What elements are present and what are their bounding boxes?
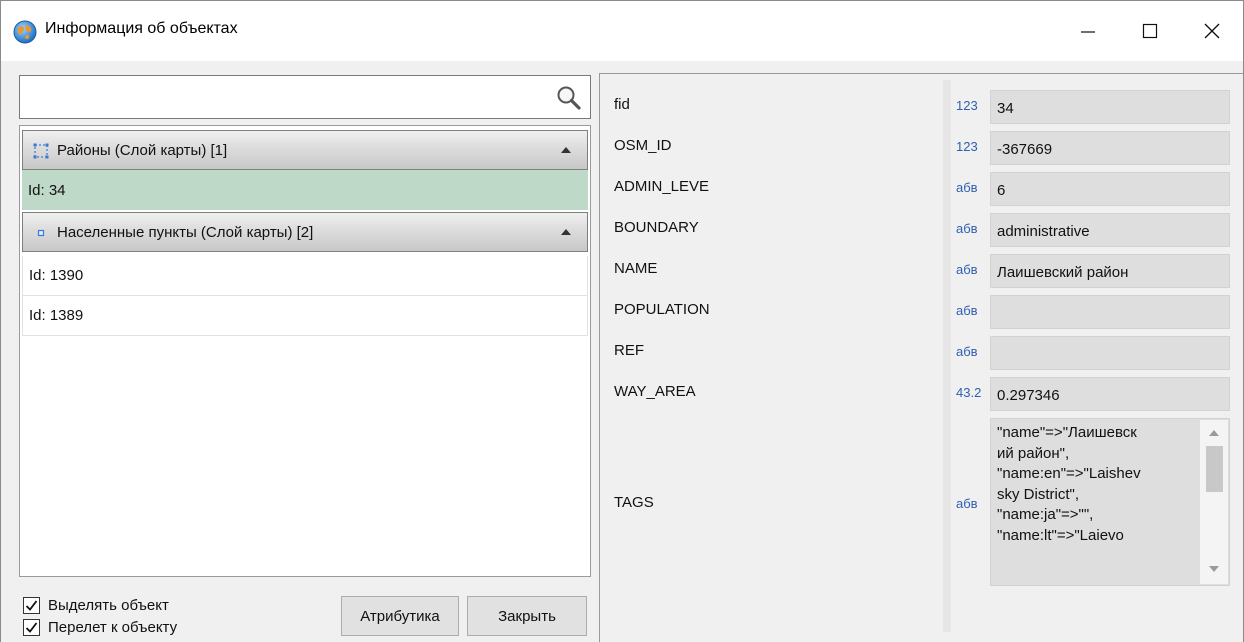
- property-name: TAGS: [614, 494, 654, 511]
- checkbox-label: Перелет к объекту: [48, 618, 178, 636]
- property-value[interactable]: [990, 295, 1230, 329]
- property-row-name: NAME абв Лаишевский район: [600, 250, 1244, 288]
- property-type: абв: [956, 496, 978, 511]
- scroll-thumb[interactable]: [1206, 446, 1223, 492]
- property-row-admin-leve: ADMIN_LEVE абв 6: [600, 168, 1244, 206]
- title-bar[interactable]: Информация об объектах: [1, 1, 1243, 61]
- highlight-object-checkbox[interactable]: Выделять объект: [23, 595, 283, 615]
- property-type: 43.2: [956, 385, 982, 400]
- object-tree: Районы (Слой карты) [1] Id: 34 Населенны…: [19, 125, 591, 577]
- minimize-icon: [1081, 31, 1095, 33]
- checkbox-label: Выделять объект: [48, 596, 169, 614]
- property-value[interactable]: [990, 336, 1230, 370]
- property-type: абв: [956, 303, 978, 318]
- maximize-button[interactable]: [1119, 1, 1181, 61]
- property-value[interactable]: administrative: [990, 213, 1230, 247]
- maximize-icon: [1142, 23, 1158, 39]
- property-name: POPULATION: [614, 301, 710, 318]
- property-row-way-area: WAY_AREA 43.2 0.297346: [600, 373, 1244, 411]
- property-name: WAY_AREA: [614, 383, 696, 400]
- property-name: NAME: [614, 260, 658, 277]
- close-window-button[interactable]: [1181, 1, 1243, 61]
- property-row-tags: TAGS абв "name"=>"Лаишевск ий район", "n…: [600, 418, 1244, 586]
- group-header-settlements[interactable]: Населенные пункты (Слой карты) [2]: [22, 212, 588, 252]
- search-input[interactable]: [24, 82, 544, 112]
- property-value[interactable]: Лаишевский район: [990, 254, 1230, 288]
- property-type: абв: [956, 262, 978, 277]
- checkmark-icon: [25, 621, 38, 633]
- close-button[interactable]: Закрыть: [467, 596, 587, 636]
- group-label: Населенные пункты (Слой карты) [2]: [57, 224, 314, 241]
- globe-icon: [13, 20, 37, 44]
- tree-item-label: Id: 1390: [29, 267, 84, 284]
- close-icon: [1204, 23, 1220, 39]
- property-name: fid: [614, 96, 630, 113]
- tags-value-area[interactable]: "name"=>"Лаишевск ий район", "name:en"=>…: [990, 418, 1230, 586]
- attributes-button[interactable]: Атрибутика: [341, 596, 459, 636]
- search-box: [19, 75, 591, 119]
- polygon-layer-icon: [33, 143, 49, 159]
- property-type: абв: [956, 180, 978, 195]
- property-name: ADMIN_LEVE: [614, 178, 710, 195]
- search-icon[interactable]: [556, 85, 582, 111]
- property-row-osm-id: OSM_ID 123 -367669: [600, 127, 1244, 165]
- tree-item-label: Id: 34: [28, 181, 66, 199]
- property-row-boundary: BOUNDARY абв administrative: [600, 209, 1244, 247]
- checkmark-icon: [25, 599, 38, 611]
- scroll-up-icon[interactable]: [1209, 430, 1219, 436]
- point-layer-icon: [37, 229, 45, 237]
- property-value[interactable]: -367669: [990, 131, 1230, 165]
- window-title: Информация об объектах: [45, 20, 238, 37]
- property-value[interactable]: 34: [990, 90, 1230, 124]
- group-header-districts[interactable]: Районы (Слой карты) [1]: [22, 130, 588, 170]
- object-info-window: Информация об объектах Районы (Слой карт…: [0, 0, 1244, 642]
- property-row-population: POPULATION абв: [600, 291, 1244, 329]
- tree-item-1390[interactable]: Id: 1390: [22, 256, 588, 296]
- minimize-button[interactable]: [1057, 1, 1119, 61]
- tags-value: "name"=>"Лаишевск ий район", "name:en"=>…: [997, 424, 1141, 544]
- property-name: OSM_ID: [614, 137, 672, 154]
- scroll-down-icon[interactable]: [1209, 566, 1219, 572]
- property-name: REF: [614, 342, 644, 359]
- tree-item-label: Id: 1389: [29, 307, 84, 324]
- tree-item-34[interactable]: Id: 34: [22, 170, 588, 210]
- property-value[interactable]: 6: [990, 172, 1230, 206]
- group-label: Районы (Слой карты) [1]: [57, 142, 228, 159]
- tags-scrollbar[interactable]: [1200, 420, 1228, 584]
- fly-to-object-checkbox[interactable]: Перелет к объекту: [23, 617, 283, 637]
- properties-panel: fid 123 34 OSM_ID 123 -367669 ADMIN_LEVE…: [599, 73, 1243, 642]
- checkbox-box[interactable]: [23, 596, 40, 614]
- property-type: 123: [956, 98, 978, 113]
- tree-item-1389[interactable]: Id: 1389: [22, 296, 588, 336]
- collapse-arrow-icon[interactable]: [561, 147, 571, 153]
- property-type: 123: [956, 139, 978, 154]
- property-value[interactable]: 0.297346: [990, 377, 1230, 411]
- property-name: BOUNDARY: [614, 219, 699, 236]
- property-type: абв: [956, 344, 978, 359]
- collapse-arrow-icon[interactable]: [561, 229, 571, 235]
- property-row-fid: fid 123 34: [600, 86, 1244, 124]
- checkbox-box[interactable]: [23, 618, 40, 636]
- property-type: абв: [956, 221, 978, 236]
- property-row-ref: REF абв: [600, 332, 1244, 370]
- window-content: Районы (Слой карты) [1] Id: 34 Населенны…: [1, 62, 1243, 642]
